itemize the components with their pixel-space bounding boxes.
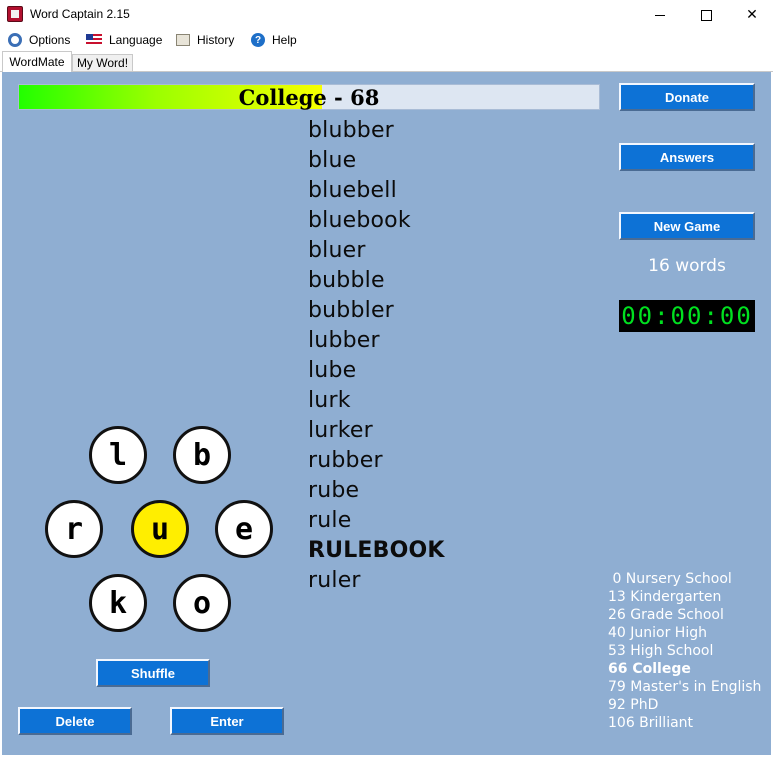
game-timer: 00:00:00: [619, 300, 755, 332]
menu-language-label: Language: [109, 33, 163, 47]
delete-button[interactable]: Delete: [18, 707, 132, 735]
history-icon: [176, 34, 190, 46]
progress-separator: -: [326, 84, 351, 110]
letter-tile-l[interactable]: l: [89, 426, 147, 484]
found-word: lurk: [308, 388, 351, 413]
level-item: 66 College: [608, 661, 691, 677]
found-word: blubber: [308, 118, 394, 143]
shuffle-button[interactable]: Shuffle: [96, 659, 210, 687]
letter-tile-e[interactable]: e: [215, 500, 273, 558]
help-icon: ?: [251, 33, 265, 47]
close-button[interactable]: ✕: [729, 0, 773, 30]
letter-tile-r[interactable]: r: [45, 500, 103, 558]
found-word: bluer: [308, 238, 366, 263]
level-item: 26 Grade School: [608, 607, 724, 623]
level-item: 13 Kindergarten: [608, 589, 722, 605]
tab-strip: WordMate My Word!: [0, 50, 773, 72]
found-word: ruler: [308, 568, 361, 593]
found-word: lube: [308, 358, 357, 383]
menu-bar: Options Language History ? Help: [0, 30, 773, 50]
level-item: 53 High School: [608, 643, 714, 659]
progress-level: College: [238, 84, 327, 110]
gear-icon: [8, 33, 22, 47]
game-panel: College - 68 Donate Answers New Game 16 …: [2, 72, 771, 755]
progress-score: 68: [350, 84, 380, 110]
found-word: rubber: [308, 448, 383, 473]
level-item: 92 PhD: [608, 697, 659, 713]
maximize-button[interactable]: [683, 0, 729, 30]
answers-button[interactable]: Answers: [619, 143, 755, 171]
found-word: lubber: [308, 328, 380, 353]
found-word: bluebook: [308, 208, 411, 233]
title-bar: Word Captain 2.15 ✕: [0, 0, 773, 30]
menu-history-label: History: [197, 33, 235, 47]
level-item: 106 Brilliant: [608, 715, 694, 731]
window-title: Word Captain 2.15: [30, 7, 130, 21]
flag-icon: [86, 34, 102, 46]
letter-tile-o[interactable]: o: [173, 574, 231, 632]
word-count: 16 words: [648, 256, 726, 276]
app-icon: [7, 6, 23, 22]
menu-help[interactable]: ? Help: [251, 31, 297, 49]
level-item: 79 Master's in English: [608, 679, 762, 695]
found-word: rule: [308, 508, 352, 533]
level-item: 40 Junior High: [608, 625, 707, 641]
letter-tile-b[interactable]: b: [173, 426, 231, 484]
found-word: bluebell: [308, 178, 397, 203]
found-word: bubble: [308, 268, 385, 293]
minimize-button[interactable]: [637, 0, 683, 30]
menu-help-label: Help: [272, 33, 297, 47]
center-letter-tile-u[interactable]: u: [131, 500, 189, 558]
score-progress-bar: College - 68: [18, 84, 600, 110]
enter-button[interactable]: Enter: [170, 707, 284, 735]
menu-options[interactable]: Options: [8, 31, 70, 49]
tab-my-word[interactable]: My Word!: [72, 54, 133, 72]
found-word: blue: [308, 148, 357, 173]
letter-tile-k[interactable]: k: [89, 574, 147, 632]
menu-options-label: Options: [29, 33, 71, 47]
donate-button[interactable]: Donate: [619, 83, 755, 111]
tab-wordmate[interactable]: WordMate: [2, 51, 72, 72]
new-game-button[interactable]: New Game: [619, 212, 755, 240]
level-ladder: 0 Nursery School 13 Kindergarten 26 Grade …: [608, 570, 770, 732]
found-word: RULEBOOK: [308, 538, 445, 563]
found-word: lurker: [308, 418, 373, 443]
found-word: rube: [308, 478, 360, 503]
menu-language[interactable]: Language: [86, 31, 162, 49]
found-word: bubbler: [308, 298, 394, 323]
found-words-list: blubber blue bluebell bluebook bluer bubble bu…: [308, 116, 508, 596]
menu-history[interactable]: History: [176, 31, 234, 49]
level-item: 0 Nursery School: [608, 571, 732, 587]
progress-label: College - 68: [19, 84, 599, 110]
